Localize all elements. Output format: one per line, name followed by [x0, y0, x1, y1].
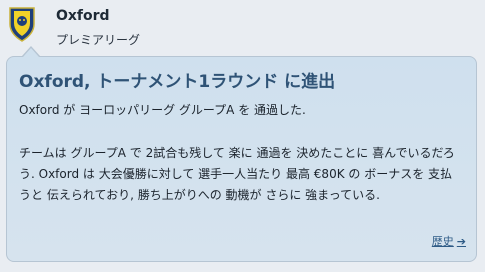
league-name[interactable]: プレミアリーグ: [56, 31, 140, 48]
news-header: Oxford プレミアリーグ: [0, 0, 485, 56]
news-paragraph-2: チームは グループA で 2試合も残して 楽に 通過を 決めたことに 喜んでいる…: [19, 146, 455, 202]
club-crest-icon[interactable]: [8, 6, 36, 42]
news-title: Oxford, トーナメント1ラウンド に進出: [19, 72, 336, 92]
history-link[interactable]: 歴史 ➔: [432, 233, 466, 249]
news-paragraph-1: Oxford が ヨーロッパリーグ グループA を 通過した.: [19, 103, 306, 117]
history-link-label[interactable]: 歴史: [432, 233, 454, 249]
speech-pointer-fill: [23, 48, 39, 57]
news-card: Oxford, トーナメント1ラウンド に進出 Oxford が ヨーロッパリー…: [6, 56, 477, 262]
team-name[interactable]: Oxford: [56, 8, 110, 24]
arrow-right-icon[interactable]: ➔: [457, 235, 466, 248]
